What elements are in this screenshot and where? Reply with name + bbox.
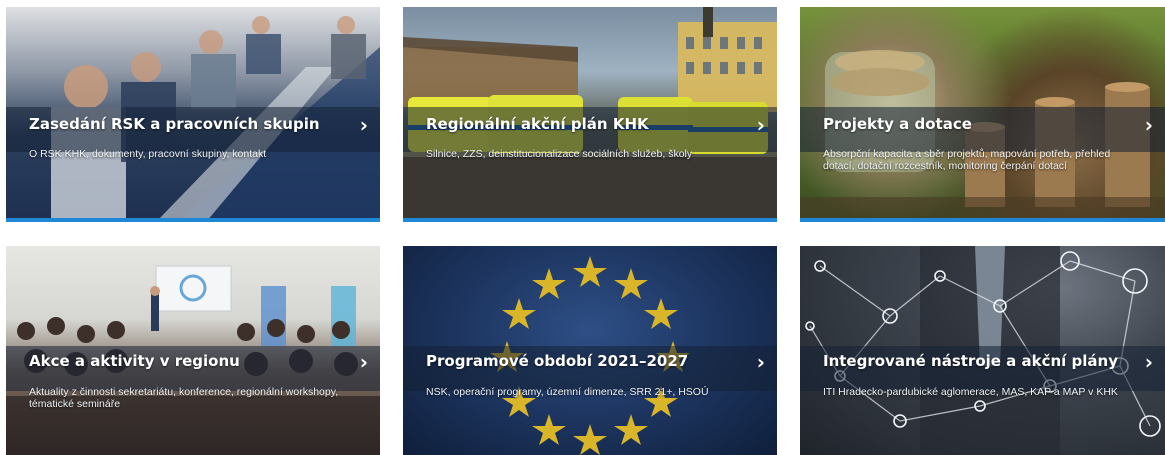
chevron-right-icon[interactable]: › (757, 115, 765, 135)
card-description: ITI Hradecko-pardubické aglomerace, MAS,… (823, 386, 1118, 398)
card-rsk-meetings[interactable]: Zasedání RSK a pracovních skupin › O RSK… (6, 7, 380, 222)
card-title[interactable]: Zasedání RSK a pracovních skupin (29, 115, 320, 133)
card-title[interactable]: Akce a aktivity v regionu (29, 352, 240, 370)
chevron-right-icon[interactable]: › (757, 352, 765, 372)
card-integrated-tools[interactable]: Integrované nástroje a akční plány › ITI… (800, 246, 1165, 455)
card-accent-bar (6, 218, 380, 222)
card-description: Absorpční kapacita a sběr projektů, mapo… (823, 148, 1111, 172)
card-accent-bar (403, 218, 777, 222)
card-title[interactable]: Projekty a dotace (823, 115, 972, 133)
card-programming-period[interactable]: Programové období 2021–2027 › NSK, opera… (403, 246, 777, 455)
chevron-right-icon[interactable]: › (1145, 352, 1153, 372)
card-description: O RSK KHK, dokumenty, pracovní skupiny, … (29, 148, 267, 160)
card-title[interactable]: Regionální akční plán KHK (426, 115, 649, 133)
card-description: NSK, operační programy, územní dimenze, … (426, 386, 709, 398)
card-title[interactable]: Programové období 2021–2027 (426, 352, 688, 370)
chevron-right-icon[interactable]: › (360, 352, 368, 372)
chevron-right-icon[interactable]: › (1145, 115, 1153, 135)
card-projects-grants[interactable]: Projekty a dotace › Absorpční kapacita a… (800, 7, 1165, 222)
card-regional-action-plan[interactable]: Regionální akční plán KHK › Silnice, ZZS… (403, 7, 777, 222)
card-accent-bar (800, 218, 1165, 222)
chevron-right-icon[interactable]: › (360, 115, 368, 135)
card-description: Silnice, ZZS, deinstitucionalizace sociá… (426, 148, 693, 160)
card-events-activities[interactable]: Akce a aktivity v regionu › Aktuality z … (6, 246, 380, 455)
card-description: Aktuality z činnosti sekretariátu, konfe… (29, 386, 339, 410)
card-title[interactable]: Integrované nástroje a akční plány (823, 352, 1118, 370)
